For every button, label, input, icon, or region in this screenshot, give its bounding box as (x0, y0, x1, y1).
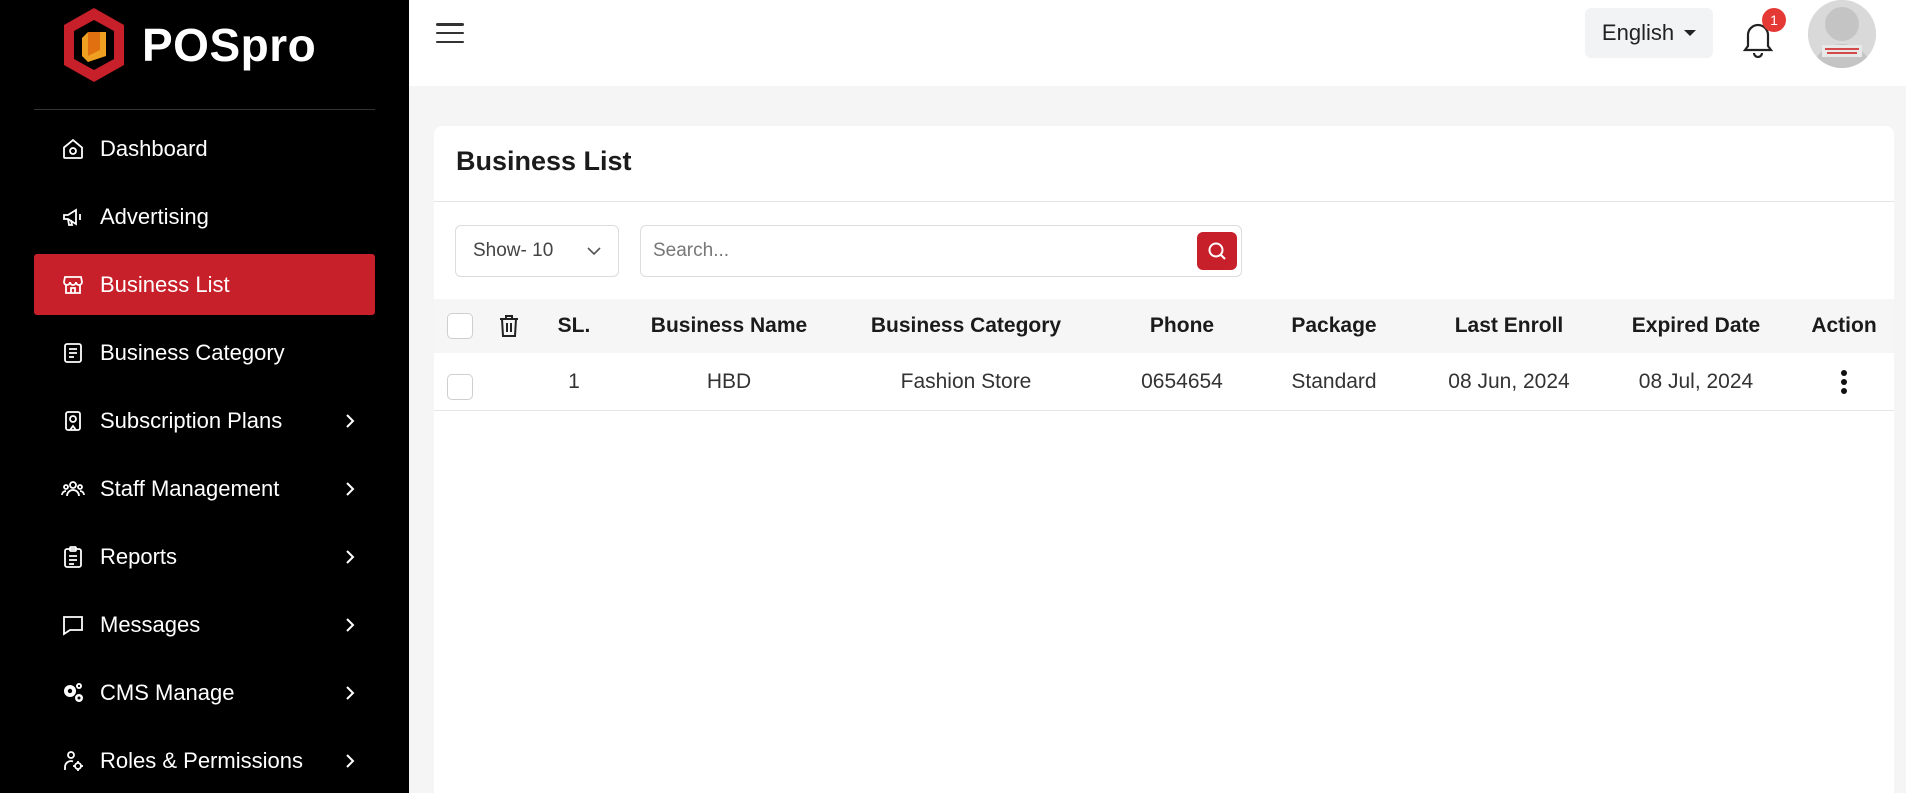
trash-icon[interactable] (498, 314, 520, 338)
search-input[interactable] (653, 236, 1173, 266)
home-icon (60, 136, 86, 162)
sidebar-item-business-list[interactable]: Business List (34, 254, 375, 315)
language-label: English (1601, 20, 1675, 45)
cell-sl: 1 (568, 369, 580, 393)
sidebar-item-label: Advertising (100, 203, 209, 229)
notification-bell-icon[interactable]: 1 (1740, 8, 1786, 59)
cell-package: Standard (1291, 369, 1377, 393)
sidebar-item-subscription-plans[interactable]: Subscription Plans (34, 390, 375, 451)
sidebar-nav: Dashboard Advertising Business List Busi… (34, 118, 375, 793)
sidebar-item-label: Reports (100, 543, 178, 569)
chevron-right-icon (343, 413, 357, 428)
header-sl: SL. (557, 314, 591, 337)
search-icon (1208, 242, 1226, 260)
header-business-name: Business Name (650, 314, 808, 337)
cell-expired-date: 08 Jul, 2024 (1638, 369, 1754, 393)
header-package: Package (1291, 314, 1377, 337)
sidebar-item-label: Dashboard (100, 135, 208, 161)
table-header: SL. Business Name Business Category Phon… (434, 299, 1894, 353)
header-last-enroll: Last Enroll (1454, 314, 1564, 337)
cell-phone: 0654654 (1141, 369, 1223, 393)
sidebar-item-dashboard[interactable]: Dashboard (34, 118, 375, 179)
row-select-cell (444, 353, 476, 410)
chevron-right-icon (343, 617, 357, 632)
pospro-logo-icon (64, 8, 124, 82)
cell-business-name: HBD (706, 369, 752, 393)
select-all-checkbox[interactable] (447, 313, 473, 339)
top-bar: English 1 (409, 0, 1906, 86)
sidebar-item-staff-management[interactable]: Staff Management (34, 458, 375, 519)
notification-badge: 1 (1762, 8, 1786, 32)
gears-icon (60, 680, 86, 706)
sidebar-item-label: Messages (100, 611, 201, 637)
chevron-right-icon (343, 481, 357, 496)
select-all-cell (444, 299, 476, 353)
subscription-icon (60, 408, 86, 434)
header-business-category: Business Category (870, 314, 1062, 337)
store-icon (60, 272, 86, 298)
sidebar-item-label: Roles & Permissions (100, 747, 303, 773)
chevron-right-icon (343, 685, 357, 700)
user-avatar[interactable] (1808, 0, 1876, 68)
megaphone-icon (60, 204, 86, 230)
caret-down-icon (1684, 30, 1697, 36)
sidebar-item-advertising[interactable]: Advertising (34, 186, 375, 247)
more-vertical-icon[interactable] (1840, 369, 1848, 395)
chevron-down-icon (587, 247, 601, 256)
sidebar: POSpro Dashboard Advertising Business Li… (0, 0, 409, 793)
sidebar-item-business-category[interactable]: Business Category (34, 322, 375, 383)
bulk-delete-cell (494, 299, 524, 353)
message-icon (60, 612, 86, 638)
row-action-cell (1794, 353, 1894, 410)
table-row: 1 HBD Fashion Store 0654654 Standard 08 … (434, 353, 1894, 411)
row-checkbox[interactable] (447, 373, 473, 400)
header-expired-date: Expired Date (1631, 314, 1761, 337)
sidebar-item-label: CMS Manage (100, 679, 235, 705)
sidebar-item-label: Staff Management (100, 475, 280, 501)
search-button[interactable] (1197, 232, 1237, 270)
sidebar-item-roles-permissions[interactable]: Roles & Permissions (34, 730, 375, 791)
cell-business-category: Fashion Store (900, 369, 1032, 393)
brand-name: POSpro (142, 19, 317, 71)
sidebar-divider (34, 109, 375, 110)
sidebar-item-label: Business List (100, 271, 230, 297)
card-divider (434, 201, 1894, 202)
page-size-value: Show- 10 (473, 240, 554, 261)
page-title: Business List (456, 146, 632, 176)
brand[interactable]: POSpro (60, 6, 316, 84)
header-action: Action (1811, 314, 1877, 337)
chevron-right-icon (343, 753, 357, 768)
cell-last-enroll: 08 Jun, 2024 (1448, 369, 1570, 393)
sidebar-item-messages[interactable]: Messages (34, 594, 375, 655)
category-icon (60, 340, 86, 366)
chevron-right-icon (343, 549, 357, 564)
sidebar-item-label: Business Category (100, 339, 285, 365)
search-box (640, 225, 1242, 277)
sidebar-item-cms-manage[interactable]: CMS Manage (34, 662, 375, 723)
users-icon (60, 476, 86, 502)
roles-icon (60, 748, 86, 774)
header-phone: Phone (1149, 314, 1215, 337)
language-dropdown[interactable]: English (1585, 8, 1713, 58)
sidebar-item-label: Subscription Plans (100, 407, 283, 433)
clipboard-icon (60, 544, 86, 570)
page-size-select[interactable]: Show- 10 (455, 225, 619, 277)
sidebar-item-reports[interactable]: Reports (34, 526, 375, 587)
menu-toggle-icon[interactable] (436, 20, 464, 46)
business-list-card: Business List Show- 10 SL. Business Name… (434, 126, 1894, 793)
